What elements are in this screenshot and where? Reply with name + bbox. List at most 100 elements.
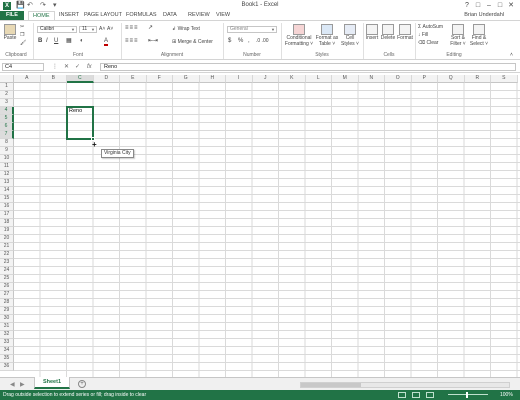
add-sheet-button[interactable]: + <box>78 380 86 388</box>
sort-filter-button[interactable]: Sort & Filter ˅ <box>449 24 467 47</box>
column-header-q[interactable]: Q <box>438 75 465 83</box>
zoom-slider-thumb[interactable] <box>466 392 468 398</box>
row-header-6[interactable]: 6 <box>0 123 14 131</box>
sheet-tab-sheet1[interactable]: Sheet1 <box>34 377 70 389</box>
decimal-icons[interactable]: .0 .00 <box>256 38 269 45</box>
row-header-14[interactable]: 14 <box>0 187 14 195</box>
row-header-25[interactable]: 25 <box>0 275 14 283</box>
row-header-13[interactable]: 13 <box>0 179 14 187</box>
row-header-33[interactable]: 33 <box>0 339 14 347</box>
confirm-entry-button[interactable]: ✓ <box>75 63 80 71</box>
conditional-formatting-button[interactable]: Conditional Formatting ˅ <box>284 24 314 47</box>
orientation-icon[interactable]: ↗ <box>148 25 153 32</box>
insert-cells-button[interactable]: Insert <box>365 24 379 42</box>
tab-view[interactable]: VIEW <box>216 11 230 20</box>
grow-font-button[interactable]: A˄ <box>99 26 105 33</box>
row-header-4[interactable]: 4 <box>0 107 14 115</box>
row-header-28[interactable]: 28 <box>0 299 14 307</box>
scrollbar-thumb[interactable] <box>301 383 361 387</box>
page-layout-view-button[interactable] <box>412 392 420 398</box>
row-header-15[interactable]: 15 <box>0 195 14 203</box>
column-header-e[interactable]: E <box>120 75 147 83</box>
find-select-button[interactable]: Find & Select ˅ <box>469 24 489 47</box>
close-button[interactable]: ✕ <box>506 0 516 11</box>
font-size-dropdown[interactable]: 11 ▼ <box>79 26 97 33</box>
row-header-27[interactable]: 27 <box>0 291 14 299</box>
row-header-12[interactable]: 12 <box>0 171 14 179</box>
name-box-dropdown-icon[interactable]: ⋮ <box>52 63 58 71</box>
row-header-26[interactable]: 26 <box>0 283 14 291</box>
row-header-11[interactable]: 11 <box>0 163 14 171</box>
row-header-30[interactable]: 30 <box>0 315 14 323</box>
row-header-35[interactable]: 35 <box>0 355 14 363</box>
tab-home[interactable]: HOME <box>28 11 55 20</box>
ribbon-display-options-button[interactable]: □ <box>473 0 483 11</box>
horizontal-align-icons[interactable]: ≡≡≡ <box>125 38 139 45</box>
row-header-16[interactable]: 16 <box>0 203 14 211</box>
format-cells-button[interactable]: Format <box>397 24 413 42</box>
copy-icon[interactable]: ❐ <box>20 32 24 38</box>
row-header-23[interactable]: 23 <box>0 259 14 267</box>
name-box[interactable]: C4 <box>2 63 44 71</box>
cut-icon[interactable]: ✂ <box>20 24 24 30</box>
column-header-o[interactable]: O <box>385 75 412 83</box>
tab-review[interactable]: REVIEW <box>188 11 210 20</box>
row-header-9[interactable]: 9 <box>0 147 14 155</box>
next-sheet-icon[interactable]: ▶ <box>20 381 25 388</box>
italic-button[interactable]: I <box>46 38 48 45</box>
format-painter-icon[interactable]: 🖌 <box>20 40 26 46</box>
font-name-dropdown[interactable]: Calibri ▼ <box>37 26 77 33</box>
column-header-k[interactable]: K <box>279 75 306 83</box>
column-header-r[interactable]: R <box>464 75 491 83</box>
cell-styles-button[interactable]: Cell Styles ˅ <box>340 24 360 47</box>
row-header-24[interactable]: 24 <box>0 267 14 275</box>
column-header-j[interactable]: J <box>252 75 279 83</box>
prev-sheet-icon[interactable]: ◀ <box>10 381 15 388</box>
tab-data[interactable]: DATA <box>163 11 177 20</box>
row-header-3[interactable]: 3 <box>0 99 14 107</box>
row-header-20[interactable]: 20 <box>0 235 14 243</box>
row-header-31[interactable]: 31 <box>0 323 14 331</box>
column-header-n[interactable]: N <box>358 75 385 83</box>
cancel-entry-button[interactable]: ✕ <box>64 63 69 71</box>
tab-file[interactable]: FILE <box>0 11 24 20</box>
help-button[interactable]: ? <box>462 0 472 11</box>
page-break-view-button[interactable] <box>426 392 434 398</box>
selection-range[interactable] <box>66 106 94 140</box>
insert-function-button[interactable]: fx <box>87 63 92 71</box>
row-header-2[interactable]: 2 <box>0 91 14 99</box>
borders-icon[interactable]: ▦ <box>66 38 72 45</box>
comma-button[interactable]: , <box>248 38 250 45</box>
row-header-22[interactable]: 22 <box>0 251 14 259</box>
format-as-table-button[interactable]: Format as Table ˅ <box>315 24 339 47</box>
tab-page-layout[interactable]: PAGE LAYOUT <box>84 11 122 20</box>
shrink-font-button[interactable]: A˅ <box>107 26 113 33</box>
cell-area[interactable]: Reno + Virginia City <box>14 83 520 377</box>
merge-center-button[interactable]: ⊞ Merge & Center <box>172 39 213 45</box>
row-header-19[interactable]: 19 <box>0 227 14 235</box>
column-header-b[interactable]: B <box>40 75 67 83</box>
user-name[interactable]: Brian Underdahl <box>464 11 504 20</box>
column-header-c[interactable]: C <box>67 75 94 83</box>
row-header-32[interactable]: 32 <box>0 331 14 339</box>
row-header-29[interactable]: 29 <box>0 307 14 315</box>
worksheet-grid[interactable]: ABCDEFGHIJKLMNOPQRS 1 2 3 4 5 6 7 8 9 10 11 12 13 14 1… <box>0 75 520 377</box>
zoom-level[interactable]: 100% <box>500 390 513 400</box>
column-header-p[interactable]: P <box>411 75 438 83</box>
clear-button[interactable]: ⌫ Clear <box>418 40 438 46</box>
column-header-g[interactable]: G <box>173 75 200 83</box>
minimize-button[interactable]: – <box>484 0 494 11</box>
column-header-l[interactable]: L <box>305 75 332 83</box>
row-header-34[interactable]: 34 <box>0 347 14 355</box>
select-all-button[interactable] <box>0 75 14 83</box>
autosum-button[interactable]: Σ AutoSum <box>418 24 443 30</box>
delete-cells-button[interactable]: Delete <box>380 24 396 42</box>
percent-button[interactable]: % <box>238 38 243 45</box>
row-header-36[interactable]: 36 <box>0 363 14 371</box>
normal-view-button[interactable] <box>398 392 406 398</box>
row-header-7[interactable]: 7 <box>0 131 14 139</box>
horizontal-scrollbar[interactable] <box>300 382 510 388</box>
row-header-8[interactable]: 8 <box>0 139 14 147</box>
column-header-m[interactable]: M <box>332 75 359 83</box>
currency-button[interactable]: $ <box>228 38 231 45</box>
